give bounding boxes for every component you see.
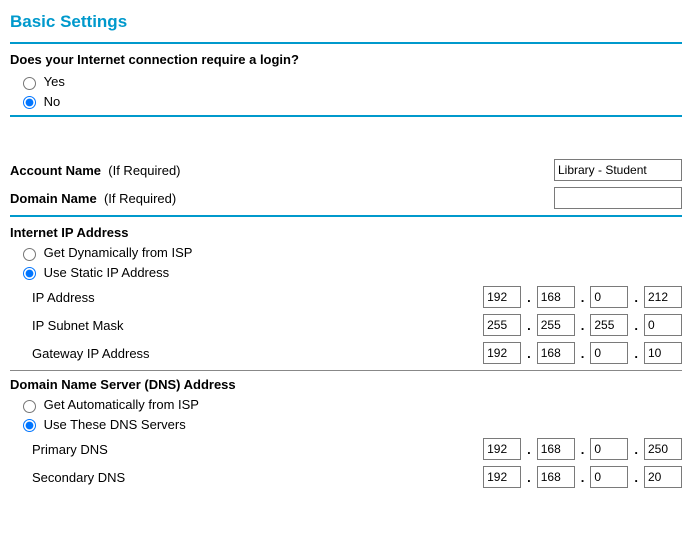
dns-manual-radio[interactable] xyxy=(23,419,36,432)
gw-a-input[interactable] xyxy=(483,342,521,364)
pdns-a-input[interactable] xyxy=(483,438,521,460)
mask-a-input[interactable] xyxy=(483,314,521,336)
dns-auto-radio[interactable] xyxy=(23,400,36,413)
mask-c-input[interactable] xyxy=(590,314,628,336)
ip-section-heading: Internet IP Address xyxy=(10,225,682,240)
page-title: Basic Settings xyxy=(10,12,682,32)
dns-section-heading: Domain Name Server (DNS) Address xyxy=(10,377,682,392)
dot-icon: . xyxy=(579,442,587,457)
mask-d-input[interactable] xyxy=(644,314,682,336)
domain-name-label: Domain Name (If Required) xyxy=(10,191,176,206)
ip-b-input[interactable] xyxy=(537,286,575,308)
dot-icon: . xyxy=(632,346,640,361)
login-no-radio[interactable] xyxy=(23,96,36,109)
secondary-dns-label: Secondary DNS xyxy=(32,470,125,485)
mask-b-input[interactable] xyxy=(537,314,575,336)
dot-icon: . xyxy=(525,318,533,333)
login-yes-radio[interactable] xyxy=(23,77,36,90)
ip-static-label: Use Static IP Address xyxy=(44,265,170,280)
pdns-b-input[interactable] xyxy=(537,438,575,460)
dot-icon: . xyxy=(579,470,587,485)
account-name-input[interactable] xyxy=(554,159,682,181)
ip-address-label: IP Address xyxy=(32,290,95,305)
pdns-c-input[interactable] xyxy=(590,438,628,460)
dot-icon: . xyxy=(632,318,640,333)
sdns-a-input[interactable] xyxy=(483,466,521,488)
ip-a-input[interactable] xyxy=(483,286,521,308)
dns-manual-label: Use These DNS Servers xyxy=(44,417,186,432)
ip-static-radio[interactable] xyxy=(23,267,36,280)
dot-icon: . xyxy=(579,346,587,361)
login-no-label: No xyxy=(44,94,61,109)
dot-icon: . xyxy=(525,470,533,485)
account-name-label: Account Name (If Required) xyxy=(10,163,181,178)
divider xyxy=(10,42,682,44)
dot-icon: . xyxy=(525,346,533,361)
login-question: Does your Internet connection require a … xyxy=(10,52,682,67)
dot-icon: . xyxy=(525,290,533,305)
domain-name-input[interactable] xyxy=(554,187,682,209)
primary-dns-label: Primary DNS xyxy=(32,442,108,457)
divider xyxy=(10,370,682,371)
divider xyxy=(10,215,682,217)
pdns-d-input[interactable] xyxy=(644,438,682,460)
subnet-mask-label: IP Subnet Mask xyxy=(32,318,124,333)
ip-dynamic-radio[interactable] xyxy=(23,248,36,261)
dot-icon: . xyxy=(632,290,640,305)
ip-c-input[interactable] xyxy=(590,286,628,308)
sdns-b-input[interactable] xyxy=(537,466,575,488)
gw-b-input[interactable] xyxy=(537,342,575,364)
dot-icon: . xyxy=(579,290,587,305)
ip-d-input[interactable] xyxy=(644,286,682,308)
gateway-label: Gateway IP Address xyxy=(32,346,150,361)
gw-c-input[interactable] xyxy=(590,342,628,364)
dns-auto-label: Get Automatically from ISP xyxy=(44,397,199,412)
gw-d-input[interactable] xyxy=(644,342,682,364)
dot-icon: . xyxy=(632,442,640,457)
dot-icon: . xyxy=(632,470,640,485)
sdns-d-input[interactable] xyxy=(644,466,682,488)
dot-icon: . xyxy=(579,318,587,333)
sdns-c-input[interactable] xyxy=(590,466,628,488)
dot-icon: . xyxy=(525,442,533,457)
ip-dynamic-label: Get Dynamically from ISP xyxy=(44,245,193,260)
divider xyxy=(10,115,682,117)
login-yes-label: Yes xyxy=(44,74,65,89)
